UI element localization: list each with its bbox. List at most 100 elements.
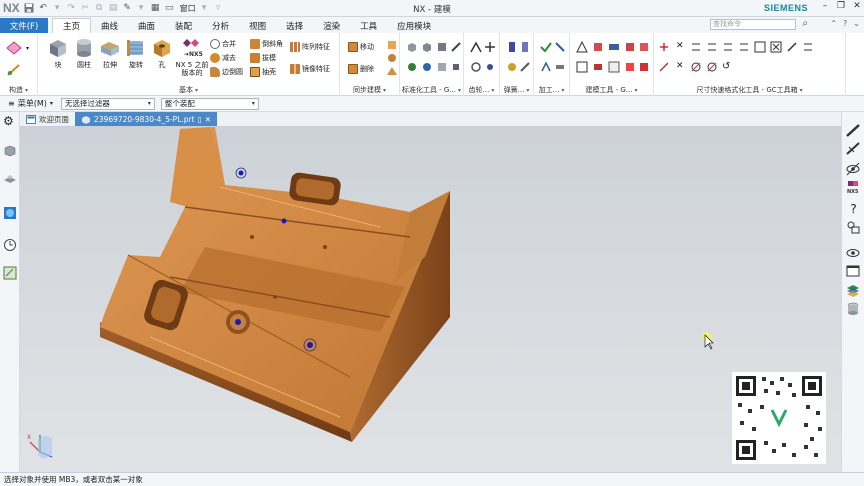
ruler-icon[interactable] [846, 124, 861, 138]
sketch-icon[interactable] [6, 41, 22, 55]
dim-tool-1-icon[interactable] [658, 41, 670, 53]
die-insert-part[interactable] [100, 127, 450, 442]
tab-assembly[interactable]: 装配 [165, 18, 202, 33]
modeling-tool-10-icon[interactable] [638, 61, 650, 73]
nx5-legacy-icon[interactable]: NX5 [846, 180, 861, 194]
part-navigator-icon[interactable] [3, 144, 17, 158]
gear-tool-3-icon[interactable] [470, 61, 482, 73]
dim-tool-3-icon[interactable] [690, 41, 702, 53]
gc-tool-1-icon[interactable] [406, 41, 418, 53]
view-visibility-icon[interactable] [846, 246, 861, 260]
modeling-tool-2-icon[interactable] [592, 41, 604, 53]
nx5-legacy-button[interactable]: ➜NX5 NX 5 之前版本的 [176, 37, 208, 77]
replace-face-icon[interactable] [386, 52, 398, 64]
help-icon[interactable]: ? [843, 19, 847, 28]
edge-blend-button[interactable]: 边倒圆 [210, 66, 243, 77]
machining-tool-4-icon[interactable] [554, 61, 566, 73]
help-circle-icon[interactable]: ? [846, 202, 861, 216]
repeat-command-icon[interactable]: ✎ [122, 3, 133, 14]
dim-tool-13-icon[interactable] [690, 61, 702, 73]
modeling-tool-8-icon[interactable] [608, 61, 620, 73]
touch-mode-icon[interactable]: ▦ [150, 3, 161, 14]
pin-tab-icon[interactable]: ▯ [198, 115, 202, 124]
menu-button[interactable]: ≡ 菜单(M) ▾ [0, 98, 57, 109]
customize-qat-icon[interactable]: ▿ [213, 3, 224, 14]
database-icon[interactable] [846, 302, 861, 316]
spring-tool-4-icon[interactable] [519, 61, 531, 73]
gc-tool-8-icon[interactable] [450, 61, 462, 73]
dim-tool-11-icon[interactable] [658, 61, 670, 73]
spring-tool-3-icon[interactable] [506, 61, 518, 73]
show-hide-icon[interactable] [846, 162, 861, 176]
revolve-button[interactable]: 旋转 [122, 37, 150, 69]
restore-button[interactable]: ❐ [836, 1, 846, 11]
gc-tool-3-icon[interactable] [436, 41, 448, 53]
tab-render[interactable]: 渲染 [313, 18, 350, 33]
ribbon-minimize-icon[interactable]: ⌄ [853, 19, 860, 28]
modeling-tool-3-icon[interactable] [608, 41, 620, 53]
minimize-button[interactable]: – [820, 1, 830, 11]
tab-curve[interactable]: 曲线 [91, 18, 128, 33]
paste-icon[interactable]: ▤ [108, 3, 119, 14]
web-browser-icon[interactable] [3, 206, 17, 220]
offset-face-icon[interactable] [386, 39, 398, 51]
tab-welcome-page[interactable]: 欢迎页面 [20, 112, 75, 126]
cylinder-button[interactable]: 圆柱 [70, 37, 98, 69]
spring-tool-1-icon[interactable] [506, 41, 518, 53]
modeling-tool-5-icon[interactable] [638, 41, 650, 53]
file-menu-tab[interactable]: 文件(F) [0, 18, 48, 33]
selection-scope-select[interactable]: 整个装配 ▾ [160, 97, 259, 110]
delete-face-button[interactable]: 删除 [348, 63, 374, 74]
measure-icon[interactable] [846, 142, 861, 156]
undo-icon[interactable]: ↶ [38, 3, 49, 14]
assembly-navigator-icon[interactable] [3, 172, 17, 186]
chamfer-button[interactable]: 倒斜角 [250, 38, 283, 49]
pattern-feature-button[interactable]: 阵列特征 [290, 41, 330, 52]
gc-tool-5-icon[interactable] [406, 61, 418, 73]
gear-tool-1-icon[interactable] [470, 41, 482, 53]
close-button[interactable]: ✕ [852, 1, 862, 11]
tab-analysis[interactable]: 分析 [202, 18, 239, 33]
reference-icon[interactable] [846, 220, 861, 234]
save-icon[interactable] [24, 3, 35, 14]
layer-settings-icon[interactable] [846, 284, 861, 298]
tab-select[interactable]: 选择 [276, 18, 313, 33]
sketch-dropdown-icon[interactable]: ▾ [26, 45, 29, 52]
command-search-input[interactable]: 查找命令 [710, 19, 796, 30]
resource-bar-settings-icon[interactable]: ⚙ [3, 114, 17, 128]
redo-icon[interactable]: ↷ [66, 3, 77, 14]
tab-tools[interactable]: 工具 [350, 18, 387, 33]
tab-view[interactable]: 视图 [239, 18, 276, 33]
reuse-library-icon[interactable] [3, 266, 17, 280]
tab-applications[interactable]: 应用模块 [387, 18, 441, 33]
cut-icon[interactable]: ✂ [80, 3, 91, 14]
gc-tool-7-icon[interactable] [436, 61, 448, 73]
modeling-tool-6-icon[interactable] [576, 61, 588, 73]
ribbon-options-icon[interactable]: ⌃ [830, 19, 837, 28]
undo-dropdown-icon[interactable]: ▾ [52, 3, 63, 14]
dim-tool-7-icon[interactable] [754, 41, 766, 53]
copy-icon[interactable]: ⧉ [94, 3, 105, 14]
tab-part-file[interactable]: 23969720-9830-4_5-PL.prt ▯ ✕ [75, 112, 217, 126]
search-icon[interactable]: ⌕ [802, 18, 808, 29]
move-face-button[interactable]: 移动 [348, 41, 374, 52]
type-filter-select[interactable]: 无选择过滤器 ▾ [60, 97, 155, 110]
modeling-tool-1-icon[interactable] [576, 41, 588, 53]
modeling-tool-4-icon[interactable] [624, 41, 636, 53]
extrude-button[interactable]: 拉伸 [96, 37, 124, 69]
dim-clear-icon[interactable]: ✕ [676, 41, 688, 53]
dim-tool-6-icon[interactable] [738, 41, 750, 53]
shell-button[interactable]: 抽壳 [250, 66, 276, 77]
history-icon[interactable] [3, 238, 17, 252]
window-frame-icon[interactable] [846, 264, 861, 278]
window-icon[interactable]: ▭ [164, 3, 175, 14]
mirror-feature-button[interactable]: 镜像特征 [290, 63, 330, 74]
close-tab-icon[interactable]: ✕ [205, 115, 211, 124]
window-menu[interactable]: 窗口 [180, 3, 196, 14]
dim-tool-4-icon[interactable] [706, 41, 718, 53]
dim-tool-10-icon[interactable] [802, 41, 814, 53]
modeling-tool-9-icon[interactable] [624, 61, 636, 73]
dim-rotate-icon[interactable]: ↺ [722, 61, 734, 73]
machining-tool-3-icon[interactable] [540, 61, 552, 73]
tab-surface[interactable]: 曲面 [128, 18, 165, 33]
